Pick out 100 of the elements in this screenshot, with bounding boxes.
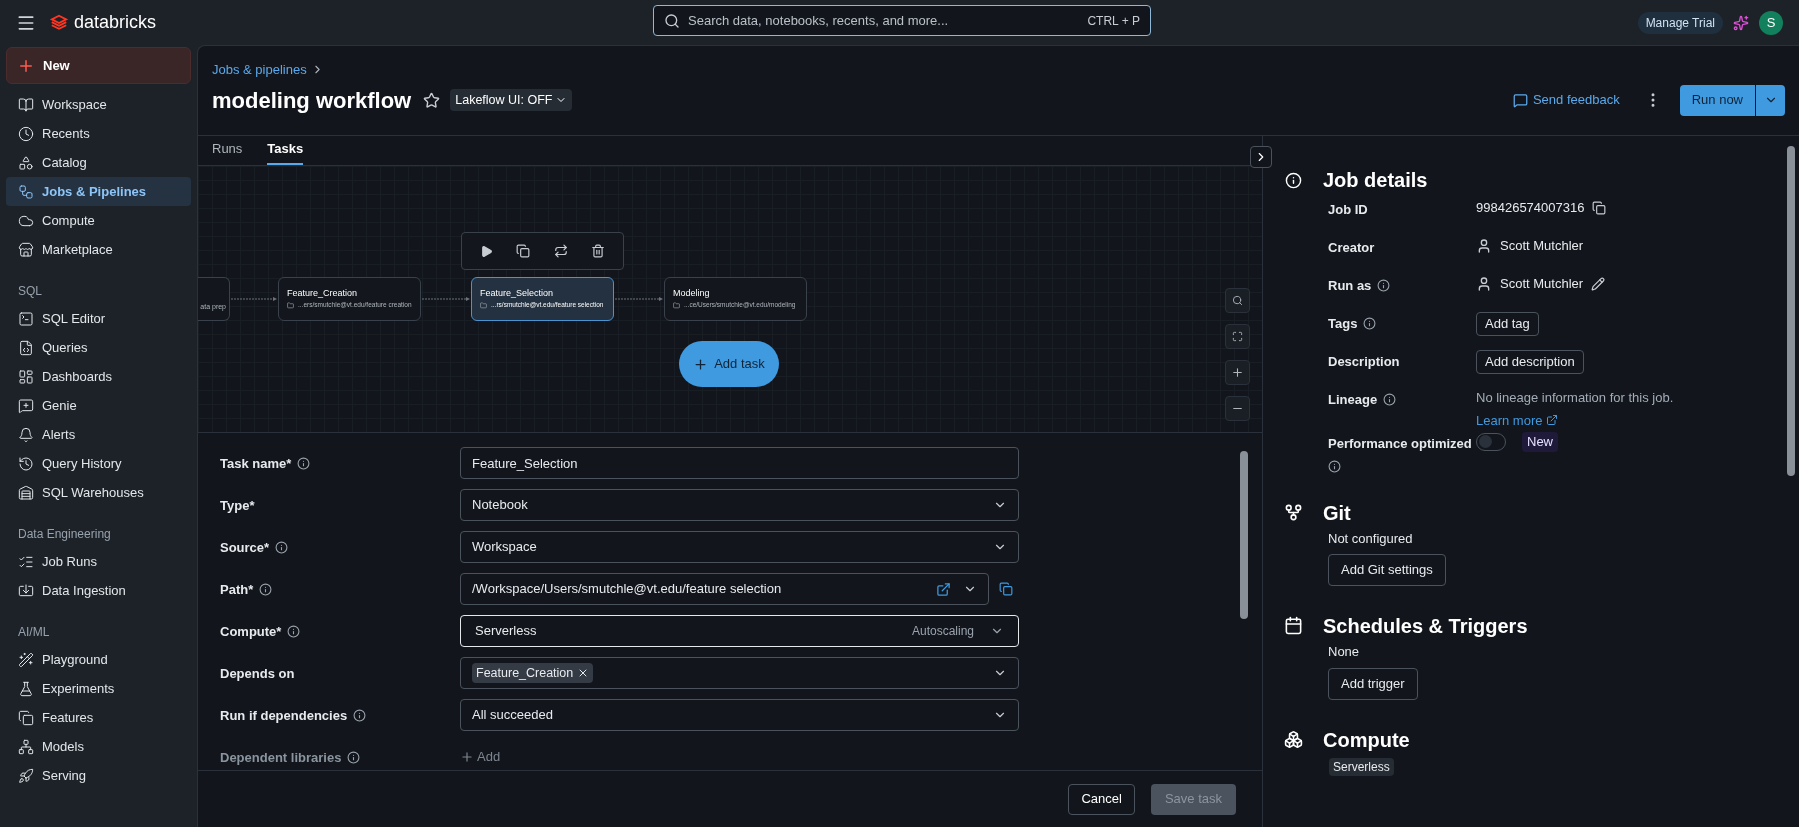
nav-icon	[18, 767, 34, 784]
select-field[interactable]: Workspace	[460, 531, 1019, 563]
nav-icon	[18, 651, 34, 668]
star-icon[interactable]	[423, 91, 441, 109]
sidebar-item[interactable]: Jobs & Pipelines	[6, 177, 191, 206]
add-task-button[interactable]: Add task	[679, 341, 779, 387]
add-git-settings-button[interactable]: Add Git settings	[1328, 554, 1446, 586]
compute-select[interactable]: Serverless Autoscaling	[460, 615, 1019, 647]
cancel-button[interactable]: Cancel	[1068, 783, 1135, 815]
nav-icon	[18, 339, 34, 356]
sparkle-icon[interactable]	[1733, 14, 1749, 31]
sidebar-item[interactable]: Alerts	[6, 420, 191, 449]
sidebar-item[interactable]: Job Runs	[6, 547, 191, 576]
path-field[interactable]: /Workspace/Users/smutchle@vt.edu/feature selection	[460, 573, 989, 605]
scrollbar[interactable]	[1240, 451, 1248, 619]
avatar[interactable]: S	[1759, 10, 1783, 35]
learn-more-link[interactable]: Learn more	[1476, 410, 1674, 430]
info-icon[interactable]	[353, 709, 367, 723]
detail-label: Run as	[1328, 277, 1372, 295]
new-badge: New	[1522, 432, 1558, 452]
add-button[interactable]: Add tag	[1476, 312, 1539, 336]
dependency-tag: Feature_Creation	[472, 663, 594, 683]
info-icon[interactable]	[287, 625, 301, 639]
select-field[interactable]: Notebook	[460, 489, 1019, 521]
sidebar-item[interactable]: Marketplace	[6, 235, 191, 264]
nav-icon	[18, 310, 34, 327]
edit-icon[interactable]	[1591, 276, 1606, 291]
sidebar-item[interactable]: Experiments	[6, 674, 191, 703]
sidebar-item[interactable]: Models	[6, 732, 191, 761]
run-options-button[interactable]	[1756, 84, 1785, 116]
copy-icon[interactable]	[516, 244, 531, 258]
copy-icon[interactable]	[999, 582, 1013, 596]
send-feedback-link[interactable]: Send feedback	[1512, 90, 1620, 110]
play-icon[interactable]	[479, 244, 493, 258]
sidebar-item[interactable]: Query History	[6, 449, 191, 478]
nav-icon	[18, 455, 34, 472]
manage-trial-button[interactable]: Manage Trial	[1637, 11, 1723, 34]
add-trigger-button[interactable]: Add trigger	[1328, 667, 1418, 700]
external-link-icon	[1546, 414, 1559, 427]
user-icon	[1476, 275, 1492, 292]
add-button[interactable]: Add description	[1476, 350, 1584, 374]
external-link-icon[interactable]	[936, 581, 951, 597]
zoom-in-icon[interactable]	[1225, 360, 1250, 385]
calendar-icon	[1283, 616, 1303, 635]
select-field[interactable]: All succeeded	[460, 699, 1019, 731]
folder-icon	[480, 302, 487, 309]
task-name-field[interactable]: Feature_Selection	[460, 447, 1019, 479]
nav-icon	[18, 125, 34, 142]
info-icon[interactable]	[259, 583, 273, 597]
field-label: Compute*	[220, 623, 282, 641]
new-button[interactable]: New	[6, 47, 191, 84]
nav-icon	[18, 183, 34, 200]
sidebar-item[interactable]: Genie	[6, 391, 191, 420]
info-icon[interactable]	[1383, 393, 1397, 407]
breadcrumb-link[interactable]: Jobs & pipelines	[212, 60, 307, 80]
nav-icon	[18, 368, 34, 385]
copy-icon[interactable]	[1592, 200, 1607, 215]
field-label: Source*	[220, 539, 270, 557]
run-now-button[interactable]: Run now	[1679, 84, 1755, 116]
info-icon[interactable]	[297, 457, 311, 471]
section-title: Job details	[1323, 168, 1429, 193]
scrollbar[interactable]	[1787, 146, 1795, 476]
sidebar-item[interactable]: Playground	[6, 645, 191, 674]
sidebar-item[interactable]: SQL Editor	[6, 304, 191, 333]
nav-icon	[18, 241, 34, 258]
sidebar-item[interactable]: Queries	[6, 333, 191, 362]
job-id: 998426574007316	[1476, 199, 1585, 217]
sidebar-item[interactable]: Workspace	[6, 90, 191, 119]
info-icon[interactable]	[275, 541, 289, 555]
detail-label: Lineage	[1328, 391, 1378, 409]
zoom-search-icon[interactable]	[1225, 288, 1250, 313]
info-icon[interactable]	[1377, 279, 1391, 293]
connector-arrow	[421, 297, 470, 301]
info-icon[interactable]	[1328, 459, 1341, 473]
connector-arrow	[230, 297, 277, 301]
sidebar-item[interactable]: Recents	[6, 119, 191, 148]
search-input[interactable]: Search data, notebooks, recents, and more...	[688, 10, 1080, 31]
fit-view-icon[interactable]	[1225, 324, 1250, 349]
sidebar-item[interactable]: Catalog	[6, 148, 191, 177]
lakeflow-dropdown[interactable]: Lakeflow UI: OFF	[450, 89, 573, 111]
sidebar-item[interactable]: Serving	[6, 761, 191, 790]
nav-icon	[18, 738, 34, 755]
field-label: Depends on	[220, 665, 295, 683]
nav-icon	[18, 680, 34, 697]
sidebar-item[interactable]: SQL Warehouses	[6, 478, 191, 507]
delete-icon[interactable]	[591, 244, 606, 258]
add-library-button[interactable]: Add	[460, 747, 501, 767]
logo-icon	[50, 13, 68, 32]
info-icon[interactable]	[1363, 317, 1377, 331]
search-field[interactable]: Search data, notebooks, recents, and more... CTRL + P	[653, 5, 1151, 36]
tab[interactable]: Runs	[212, 138, 243, 165]
sidebar-item[interactable]: Data Ingestion	[6, 576, 191, 605]
node-title: Feature_Selection	[480, 289, 555, 298]
sidebar-item[interactable]: Features	[6, 703, 191, 732]
sidebar-item[interactable]: Compute	[6, 206, 191, 235]
collapse-panel-button[interactable]	[1250, 146, 1272, 168]
dependency-select[interactable]: Feature_Creation	[460, 657, 1019, 689]
info-icon[interactable]	[347, 751, 361, 765]
sidebar-item[interactable]: Dashboards	[6, 362, 191, 391]
repeat-icon[interactable]	[553, 244, 568, 258]
